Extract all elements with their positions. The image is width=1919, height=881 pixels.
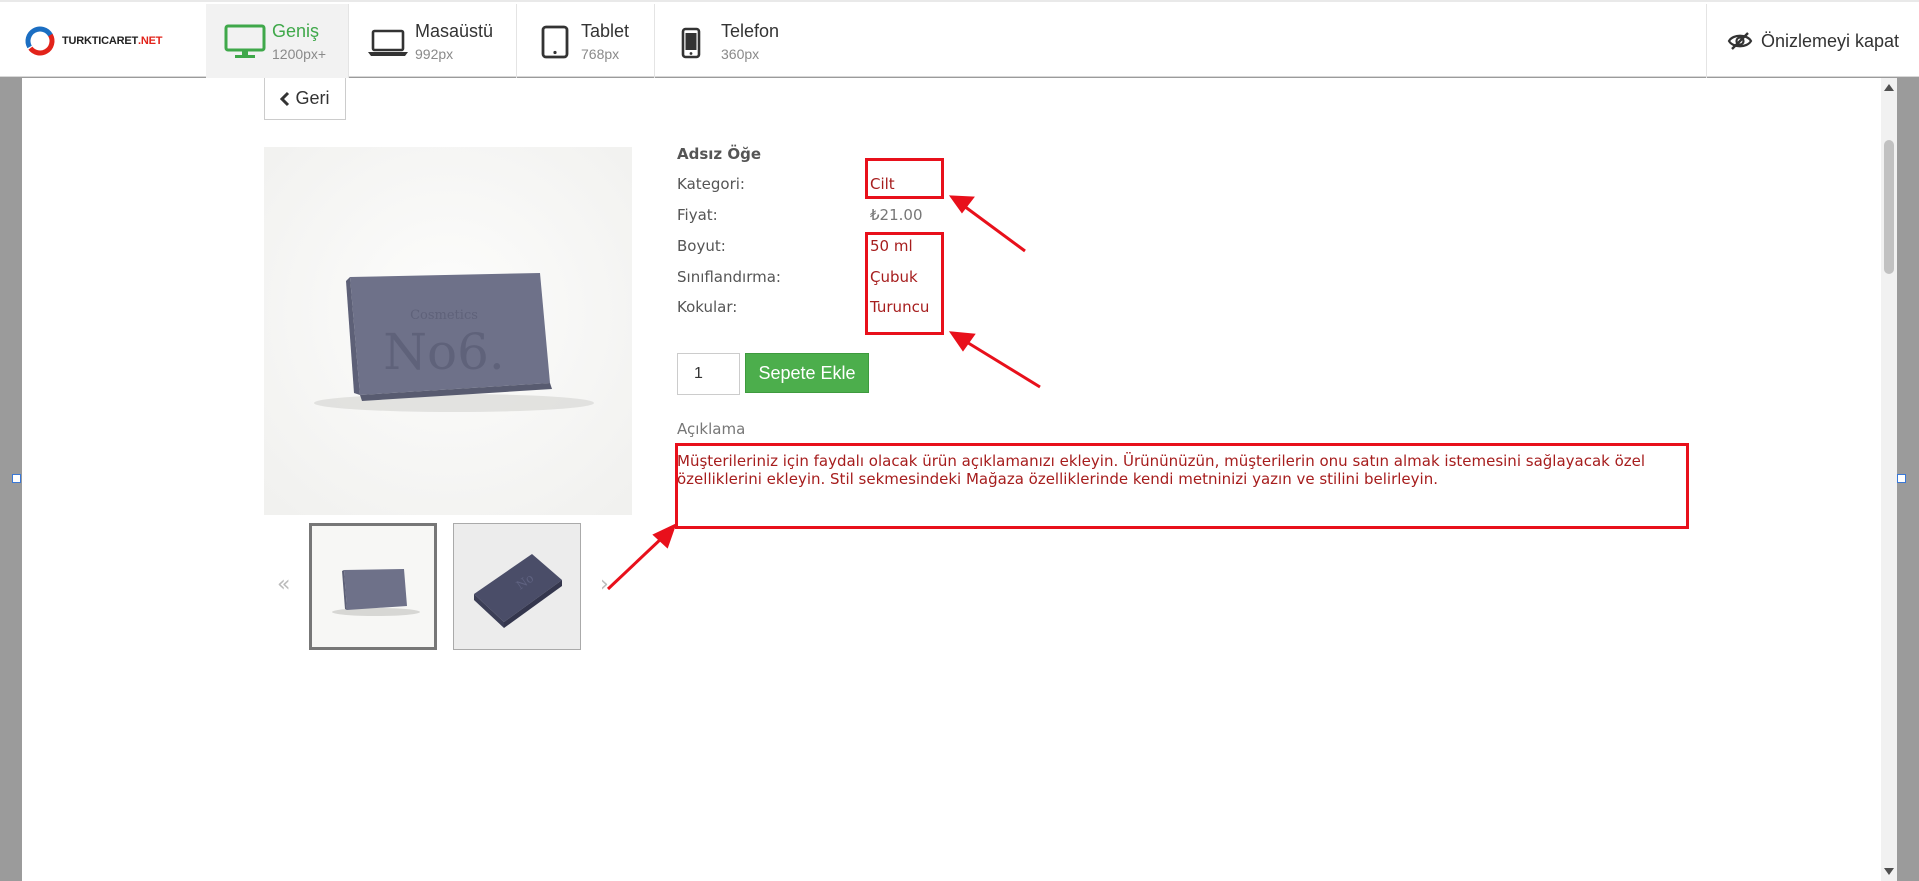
resize-handle-left[interactable]: [12, 474, 21, 483]
thumbnail-1[interactable]: [309, 523, 437, 650]
chevron-left-icon: [280, 91, 290, 106]
annotation-box-attributes: [865, 232, 944, 335]
tablet-icon: [541, 25, 569, 59]
preview-canvas: Geri Cosmetics No6. « No › Adsız Öğe Kat…: [22, 78, 1885, 881]
device-size: 360px: [721, 46, 760, 62]
annotation-box-description: [675, 443, 1689, 529]
logo-text-suffix: .NET: [138, 35, 163, 47]
device-tab-wide[interactable]: Geniş 1200px+: [206, 4, 349, 78]
logo-mark-icon: [25, 26, 55, 56]
close-preview-label: Önizlemeyi kapat: [1760, 30, 1900, 51]
attr-label-price: Fiyat:: [677, 206, 718, 224]
product-main-image[interactable]: Cosmetics No6.: [264, 147, 632, 515]
eye-slash-icon: [1727, 32, 1753, 50]
device-tab-tablet[interactable]: Tablet 768px: [517, 4, 655, 78]
canvas-scrollbar[interactable]: [1881, 78, 1897, 881]
attr-label-size: Boyut:: [677, 237, 726, 255]
logo-text: TURKTICARET: [62, 35, 139, 47]
description-heading: Açıklama: [677, 420, 746, 438]
scroll-down-icon[interactable]: [1884, 868, 1894, 875]
laptop-icon: [368, 29, 408, 56]
soap-thumb-image: No: [454, 524, 580, 649]
attr-label-classification: Sınıflandırma:: [677, 268, 781, 286]
quantity-input[interactable]: 1: [677, 353, 740, 395]
device-size: 1200px+: [272, 46, 327, 62]
soap-bar-image: Cosmetics No6.: [264, 147, 632, 515]
scroll-thumb[interactable]: [1884, 140, 1894, 274]
soap-thumb-image: [312, 526, 434, 647]
device-size: 768px: [581, 46, 620, 62]
phone-icon: [681, 27, 701, 59]
soap-engraving-small: Cosmetics: [410, 308, 478, 323]
attr-label-scents: Kokular:: [677, 298, 738, 316]
preview-toolbar: TURKTICARET.NET Geniş 1200px+ Masaüstü 9…: [0, 0, 1919, 78]
monitor-icon: [224, 24, 266, 58]
logo: TURKTICARET.NET: [24, 26, 162, 56]
device-name: Telefon: [721, 21, 780, 41]
resize-handle-right[interactable]: [1897, 474, 1906, 483]
device-tab-desktop[interactable]: Masaüstü 992px: [349, 4, 517, 78]
product-title: Adsız Öğe: [677, 145, 762, 163]
chevron-double-left-icon[interactable]: «: [277, 572, 290, 597]
device-size: 992px: [415, 46, 454, 62]
annotation-box-category: [865, 158, 944, 199]
add-to-cart-button[interactable]: Sepete Ekle: [745, 353, 869, 393]
device-tab-phone[interactable]: Telefon 360px: [655, 4, 793, 78]
device-name: Geniş: [272, 21, 320, 41]
attr-value-price: ₺21.00: [870, 206, 923, 224]
soap-engraving-big: No6.: [383, 323, 505, 381]
attr-label-category: Kategori:: [677, 175, 745, 193]
chevron-right-icon[interactable]: ›: [600, 572, 609, 597]
device-name: Masaüstü: [415, 21, 494, 41]
scroll-up-icon[interactable]: [1884, 84, 1894, 91]
back-label: Geri: [295, 88, 330, 108]
back-button[interactable]: Geri: [264, 78, 346, 120]
thumbnail-2[interactable]: No: [453, 523, 581, 650]
close-preview-button[interactable]: Önizlemeyi kapat: [1706, 4, 1919, 78]
device-name: Tablet: [581, 21, 630, 41]
